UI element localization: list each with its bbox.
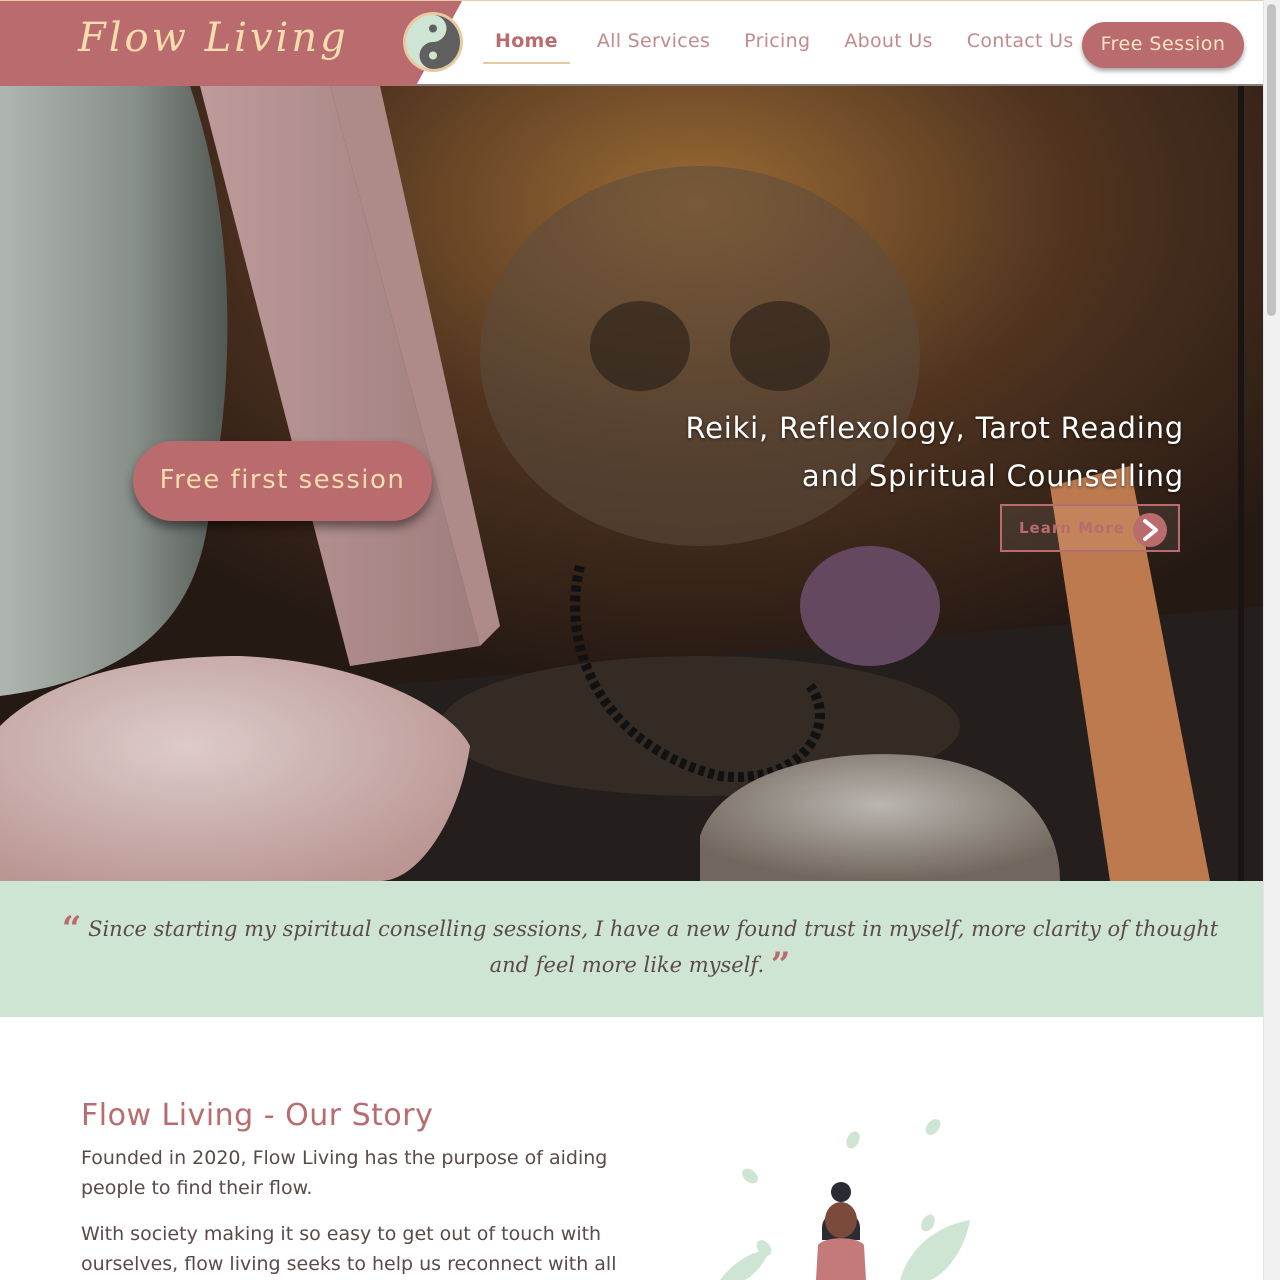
testimonial-quote: “ Since starting my spiritual conselling… xyxy=(60,911,1220,983)
story-paragraph-1: Founded in 2020, Flow Living has the pur… xyxy=(81,1147,608,1199)
testimonial-text: Since starting my spiritual conselling s… xyxy=(88,917,1219,977)
free-session-button[interactable]: Free Session xyxy=(1082,22,1244,68)
quote-close-icon: ” xyxy=(770,945,791,985)
meditation-illustration xyxy=(720,1119,970,1280)
testimonial-banner: “ Since starting my spiritual conselling… xyxy=(0,881,1264,1017)
free-first-session-button[interactable]: Free first session xyxy=(133,441,432,521)
learn-more-button[interactable]: Learn More xyxy=(1000,504,1180,552)
scrollbar-thumb[interactable] xyxy=(1267,4,1276,316)
main-nav: Home All Services Pricing About Us Conta… xyxy=(483,1,1091,85)
learn-more-label: Learn More xyxy=(1019,519,1125,537)
brand-logo-text[interactable]: Flow Living xyxy=(78,15,349,61)
hero-heading-line-1: Reiki, Reflexology, Tarot Reading xyxy=(685,411,1184,445)
site-header: Flow Living Home All Services Pricing Ab… xyxy=(0,0,1264,86)
quote-open-icon: “ xyxy=(61,909,82,949)
nav-pricing[interactable]: Pricing xyxy=(727,18,827,64)
nav-contact-us[interactable]: Contact Us xyxy=(950,18,1091,64)
hero-section: Free first session Reiki, Reflexology, T… xyxy=(0,86,1264,881)
nav-home[interactable]: Home xyxy=(483,18,570,64)
nav-about-us[interactable]: About Us xyxy=(827,18,949,64)
hero-heading: Reiki, Reflexology, Tarot Reading and Sp… xyxy=(624,404,1184,500)
nav-all-services[interactable]: All Services xyxy=(580,18,727,64)
hero-heading-line-2: and Spiritual Counselling xyxy=(801,459,1184,493)
story-paragraph-2: With society making it so easy to get ou… xyxy=(81,1223,617,1275)
page-scrollbar[interactable] xyxy=(1263,0,1280,1280)
yin-yang-icon[interactable] xyxy=(402,11,464,73)
arrow-right-icon xyxy=(1133,513,1167,547)
story-title: Flow Living - Our Story xyxy=(81,1098,434,1133)
